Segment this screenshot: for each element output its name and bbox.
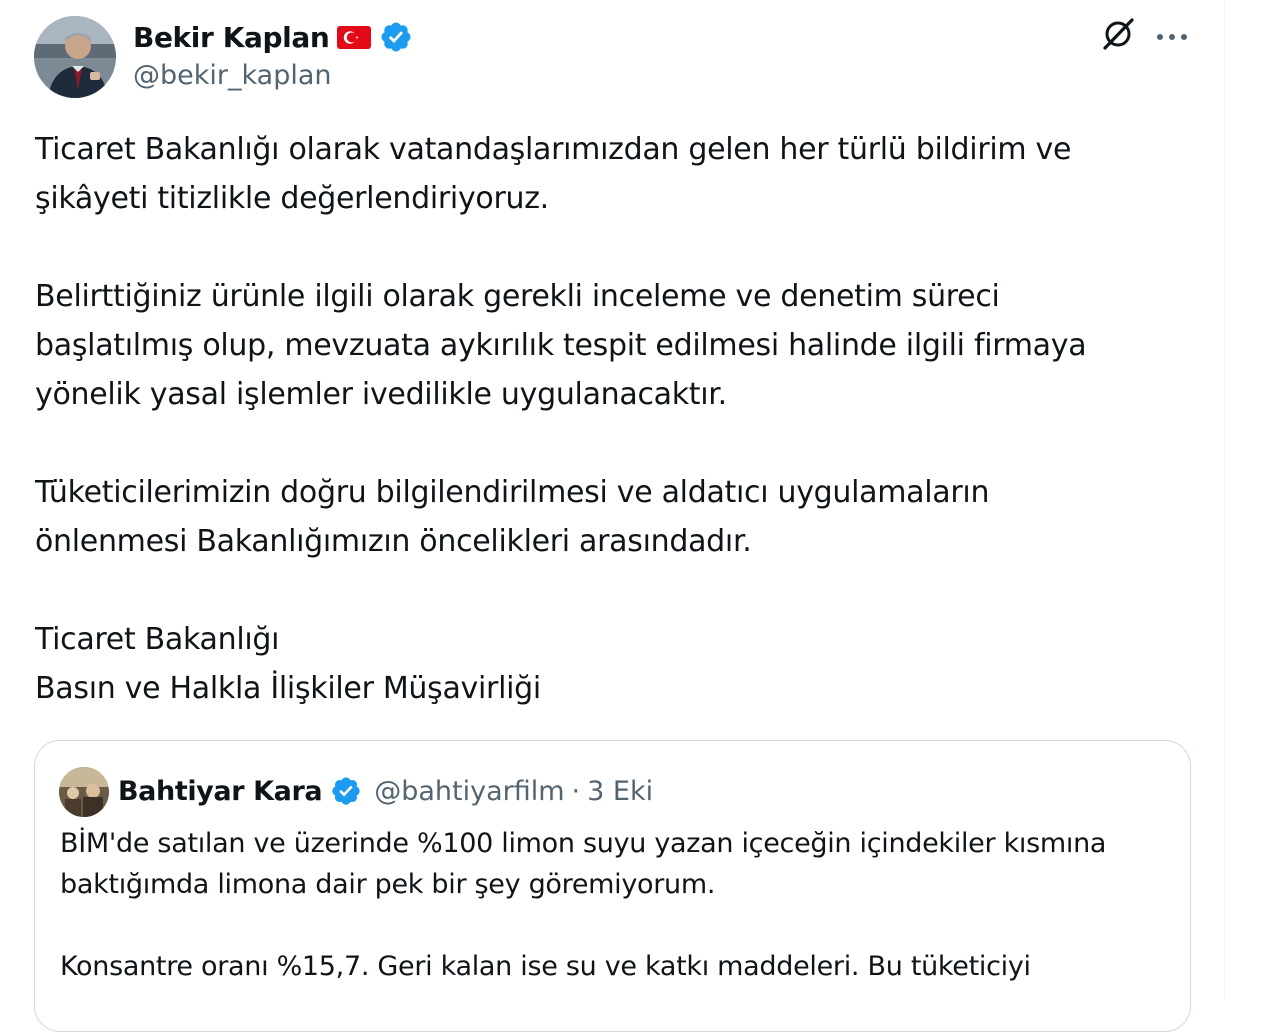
grok-icon [1100,16,1136,56]
grok-button[interactable] [1098,16,1138,56]
quoted-tweet-header: Bahtiyar Kara @bahtiyarfilm · 3 Eki [118,771,653,811]
more-horizontal-icon [1155,27,1189,46]
quoted-author-handle[interactable]: @bahtiyarfilm [374,776,564,807]
verified-badge-icon[interactable] [379,20,413,54]
column-divider [1224,0,1225,998]
quoted-tweet-card[interactable]: Bahtiyar Kara @bahtiyarfilm · 3 Eki BİM'… [34,740,1191,1032]
quoted-tweet-date[interactable]: 3 Eki [587,776,653,807]
author-name-row[interactable]: Bekir Kaplan [133,17,413,57]
tweet-text: Ticaret Bakanlığı olarak vatandaşlarımız… [35,132,1087,706]
quoted-tweet-text: BİM'de satılan ve üzerinde %100 limon su… [60,828,1107,982]
author-avatar[interactable] [34,16,116,98]
author-handle[interactable]: @bekir_kaplan [133,60,332,91]
quoted-author-avatar[interactable] [59,767,109,817]
author-display-name[interactable]: Bekir Kaplan [133,21,330,54]
more-options-button[interactable] [1152,16,1192,56]
quoted-author-display-name[interactable]: Bahtiyar Kara [118,776,323,807]
quoted-separator: · [571,775,581,807]
quoted-verified-badge-icon[interactable] [330,775,362,807]
turkey-flag-icon [337,25,372,49]
